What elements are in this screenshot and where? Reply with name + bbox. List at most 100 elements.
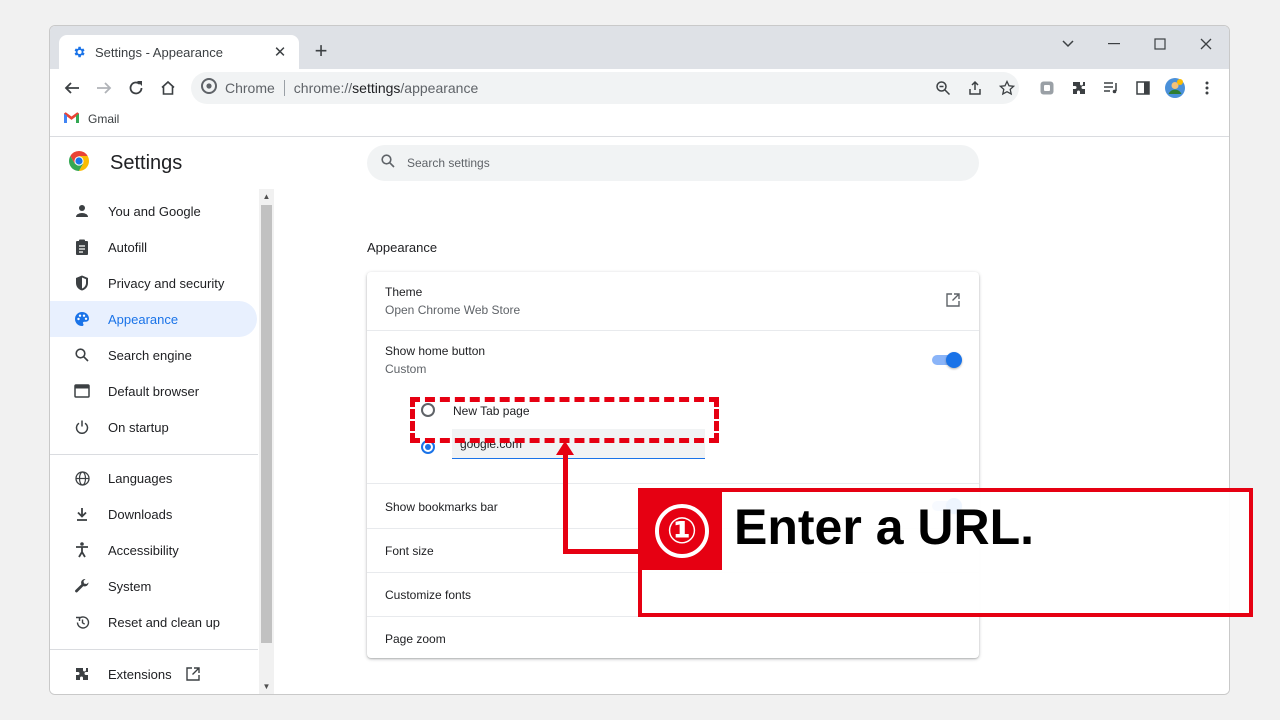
address-bar[interactable]: Chrome chrome://settings/appearance — [191, 72, 1019, 104]
minimize-icon[interactable] — [1094, 30, 1134, 58]
callout-step-badge: ① — [642, 492, 722, 570]
tab-strip: Settings - Appearance ✕ + — [50, 26, 1229, 69]
profile-avatar-icon[interactable] — [1162, 75, 1188, 101]
sidebar-item-label: Default browser — [108, 383, 200, 399]
person-icon — [74, 203, 90, 219]
download-icon — [74, 506, 90, 522]
scroll-down-arrow-icon[interactable]: ▼ — [261, 681, 272, 693]
section-title: Appearance — [367, 240, 438, 255]
search-icon — [74, 347, 90, 363]
sidebar-item-label: Reset and clean up — [108, 614, 221, 630]
omnibox-separator — [283, 80, 285, 96]
side-panel-icon[interactable] — [1130, 75, 1156, 101]
url-path: /appearance — [400, 80, 479, 96]
sidebar-item-extensions[interactable]: Extensions — [50, 656, 257, 692]
sidebar-item-appearance[interactable]: Appearance — [50, 301, 257, 337]
tab-close-icon[interactable]: ✕ — [271, 43, 289, 61]
sidebar-item-label: Downloads — [108, 506, 173, 522]
omnibox-url: chrome://settings/appearance — [294, 80, 478, 96]
back-arrow-icon[interactable] — [58, 74, 86, 102]
close-window-icon[interactable] — [1186, 30, 1226, 58]
zoom-icon[interactable] — [931, 76, 955, 100]
extensions-puzzle-icon[interactable] — [1066, 75, 1092, 101]
sidebar-item-accessibility[interactable]: Accessibility — [50, 532, 257, 568]
sidebar-item-languages[interactable]: Languages — [50, 460, 257, 496]
sidebar-item-label: Autofill — [108, 239, 148, 255]
search-icon — [381, 153, 395, 173]
google-lens-icon[interactable] — [1034, 75, 1060, 101]
tab-search-chevron-icon[interactable] — [1048, 30, 1088, 58]
share-icon[interactable] — [963, 76, 987, 100]
history-icon — [74, 614, 90, 630]
sidebar-divider — [50, 649, 258, 650]
annotation-callout: ① Enter a URL. — [638, 488, 1253, 617]
theme-label: Theme — [385, 285, 423, 299]
sidebar-item-downloads[interactable]: Downloads — [50, 496, 257, 532]
sidebar-item-you-and-google[interactable]: You and Google — [50, 193, 257, 229]
theme-sub: Open Chrome Web Store — [385, 303, 521, 317]
chrome-logo-icon — [68, 150, 90, 177]
power-icon — [74, 419, 90, 435]
scroll-up-arrow-icon[interactable]: ▲ — [261, 191, 272, 203]
forward-arrow-icon[interactable] — [90, 74, 118, 102]
customize-fonts-label: Customize fonts — [385, 588, 472, 602]
external-link-icon[interactable] — [946, 293, 960, 312]
new-tab-button[interactable]: + — [309, 39, 333, 63]
page-zoom-row[interactable]: Page zoom — [367, 616, 979, 658]
shield-icon — [74, 275, 90, 291]
sidebar-item-reset-and-clean-up[interactable]: Reset and clean up — [50, 604, 257, 640]
reload-icon[interactable] — [122, 74, 150, 102]
sidebar-item-label: You and Google — [108, 203, 201, 219]
sidebar-item-label: Appearance — [108, 311, 179, 327]
home-button-label: Show home button — [385, 344, 486, 358]
annotation-arrow-line — [563, 549, 643, 554]
sidebar-scrollbar[interactable]: ▲ ▼ — [259, 189, 274, 694]
more-menu-icon[interactable] — [1194, 75, 1220, 101]
callout-text: Enter a URL. — [734, 499, 1035, 555]
sidebar-item-label: Privacy and security — [108, 275, 225, 291]
annotation-arrow-line — [563, 450, 568, 554]
accessibility-icon — [74, 542, 90, 558]
sidebar-item-search-engine[interactable]: Search engine — [50, 337, 257, 373]
bookmarks-bar: Gmail — [50, 107, 1229, 137]
scroll-thumb[interactable] — [261, 205, 272, 643]
wrench-icon — [74, 578, 90, 594]
sidebar-item-default-browser[interactable]: Default browser — [50, 373, 257, 409]
tab-settings-appearance[interactable]: Settings - Appearance ✕ — [59, 35, 299, 69]
sidebar-item-system[interactable]: System — [50, 568, 257, 604]
bookmark-star-icon[interactable] — [995, 76, 1019, 100]
sidebar-item-label: Accessibility — [108, 542, 179, 558]
search-settings-field[interactable]: Search settings — [367, 145, 979, 181]
sidebar-item-label: System — [108, 578, 152, 594]
puzzle-icon — [74, 666, 90, 682]
bookmark-gmail[interactable]: Gmail — [64, 112, 119, 126]
sidebar-item-autofill[interactable]: Autofill — [50, 229, 257, 265]
sidebar-item-label: On startup — [108, 419, 169, 435]
sidebar-item-label: Languages — [108, 470, 173, 486]
maximize-icon[interactable] — [1140, 30, 1180, 58]
toolbar: Chrome chrome://settings/appearance — [50, 69, 1229, 107]
sidebar-item-on-startup[interactable]: On startup — [50, 409, 257, 445]
theme-row[interactable]: Theme Open Chrome Web Store — [367, 272, 979, 330]
bookmarks-bar-label: Show bookmarks bar — [385, 500, 498, 514]
settings-header: Settings — [68, 150, 182, 177]
url-host: settings — [352, 80, 401, 96]
step-number: ① — [655, 504, 709, 558]
page-zoom-label: Page zoom — [385, 632, 446, 646]
globe-icon — [74, 470, 90, 486]
bookmark-label: Gmail — [88, 112, 120, 126]
sidebar-item-privacy-and-security[interactable]: Privacy and security — [50, 265, 257, 301]
media-queue-icon[interactable] — [1098, 75, 1124, 101]
home-button-toggle[interactable] — [932, 352, 962, 368]
toggle-knob — [946, 352, 962, 368]
external-link-icon — [185, 667, 200, 681]
home-button-sub: Custom — [385, 362, 427, 376]
gear-icon — [71, 44, 87, 60]
font-size-label: Font size — [385, 544, 434, 558]
home-icon[interactable] — [154, 74, 182, 102]
tab-title: Settings - Appearance — [95, 44, 223, 60]
gmail-icon — [64, 112, 79, 126]
search-placeholder: Search settings — [407, 156, 490, 170]
settings-sidebar: You and Google Autofill Privacy and secu… — [50, 187, 260, 694]
url-prefix: chrome:// — [293, 80, 353, 96]
